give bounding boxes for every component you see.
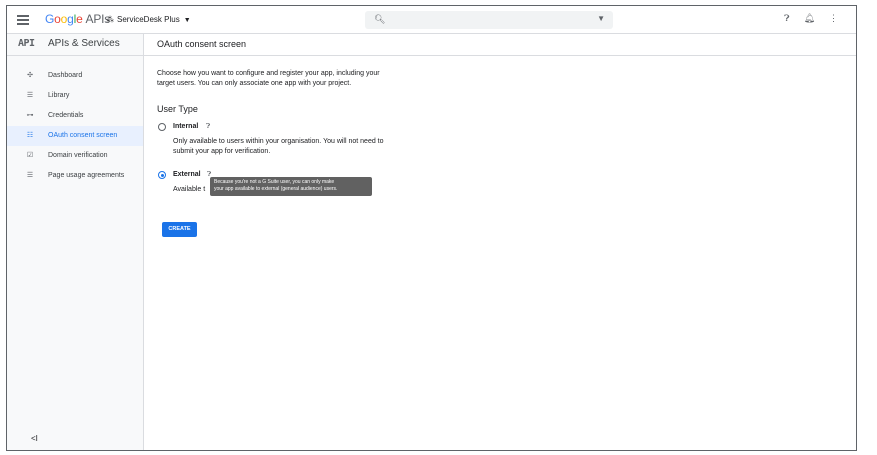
sidebar-title: APIs & Services bbox=[48, 38, 120, 49]
library-icon: ☰ bbox=[26, 92, 34, 99]
main-content: OAuth consent screen Choose how you want… bbox=[144, 34, 856, 450]
intro-line: Choose how you want to configure and reg… bbox=[157, 70, 380, 77]
google-logo-text: Google bbox=[45, 12, 83, 26]
project-selector[interactable]: ⁂ ServiceDesk Plus ▼ bbox=[106, 13, 191, 27]
sidebar-item-label: Credentials bbox=[48, 112, 84, 119]
project-icon: ⁂ bbox=[106, 15, 114, 24]
sidebar-item-library[interactable]: ☰ Library bbox=[7, 86, 143, 106]
help-icon[interactable]: ❓︎ bbox=[784, 13, 789, 24]
sidebar-item-credentials[interactable]: ⊶ Credentials bbox=[7, 106, 143, 126]
page-header: OAuth consent screen bbox=[144, 34, 856, 56]
create-button[interactable]: CREATE bbox=[162, 222, 197, 237]
description-line: Only available to users within your orga… bbox=[173, 138, 384, 145]
project-name: ServiceDesk Plus bbox=[117, 15, 180, 24]
external-radio[interactable] bbox=[158, 171, 166, 179]
description-line: submit your app for verification. bbox=[173, 148, 271, 155]
consent-screen-icon: ☷ bbox=[26, 132, 34, 139]
help-icon[interactable]: ❓︎ bbox=[206, 123, 210, 131]
collapse-sidebar-icon[interactable]: <I bbox=[31, 434, 38, 443]
tooltip-line: your app available to external (general … bbox=[214, 186, 338, 192]
sidebar-item-label: Library bbox=[48, 92, 70, 99]
search-input[interactable]: 🔍︎ ▼ bbox=[365, 11, 613, 29]
internal-radio[interactable] bbox=[158, 123, 166, 131]
sidebar-item-dashboard[interactable]: ✣ Dashboard bbox=[7, 66, 143, 86]
external-description: Available t bbox=[173, 186, 206, 193]
internal-description: Only available to users within your orga… bbox=[173, 137, 384, 157]
tooltip: Because you're not a G Suite user, you c… bbox=[210, 177, 372, 196]
page-title: OAuth consent screen bbox=[157, 39, 247, 49]
settings-list-icon: ☰ bbox=[26, 172, 34, 179]
sidebar-header: API APIs & Services bbox=[7, 34, 143, 56]
sidebar: API APIs & Services ✣ Dashboard ☰ Librar… bbox=[7, 34, 144, 450]
browser-frame: Google APIs ⁂ ServiceDesk Plus ▼ 🔍︎ ▼ ❓︎ 🔔︎ ⋮… bbox=[6, 5, 857, 451]
sidebar-item-label: Domain verification bbox=[48, 152, 108, 159]
sidebar-item-domain-verification[interactable]: ☑ Domain verification bbox=[7, 146, 143, 166]
search-icon: 🔍︎ bbox=[374, 14, 386, 24]
more-vert-icon[interactable]: ⋮ bbox=[829, 13, 838, 24]
checkbox-icon: ☑ bbox=[26, 152, 34, 159]
sidebar-item-page-usage-agreements[interactable]: ☰ Page usage agreements bbox=[7, 166, 143, 186]
menu-icon[interactable] bbox=[17, 15, 29, 25]
chevron-down-icon[interactable]: ▼ bbox=[597, 14, 605, 23]
sidebar-item-label: OAuth consent screen bbox=[48, 132, 118, 139]
intro-text: Choose how you want to configure and reg… bbox=[157, 69, 407, 89]
top-actions: ❓︎ 🔔︎ ⋮ bbox=[770, 13, 838, 24]
sidebar-item-oauth-consent-screen[interactable]: ☷ OAuth consent screen bbox=[7, 126, 143, 146]
notifications-icon[interactable]: 🔔︎ bbox=[804, 13, 815, 24]
api-icon: API bbox=[18, 38, 35, 49]
internal-label[interactable]: Internal bbox=[173, 123, 198, 130]
google-apis-logo[interactable]: Google APIs bbox=[45, 12, 110, 27]
chevron-down-icon: ▼ bbox=[183, 17, 191, 24]
dashboard-icon: ✣ bbox=[27, 72, 33, 79]
key-icon: ⊶ bbox=[26, 112, 34, 119]
user-type-heading: User Type bbox=[157, 104, 198, 114]
intro-line: target users. You can only associate one… bbox=[157, 80, 352, 87]
tooltip-line: Because you're not a G Suite user, you c… bbox=[214, 179, 335, 185]
top-app-bar: Google APIs ⁂ ServiceDesk Plus ▼ 🔍︎ ▼ ❓︎ 🔔︎ ⋮ bbox=[7, 6, 856, 34]
sidebar-item-label: Page usage agreements bbox=[48, 172, 125, 179]
sidebar-item-label: Dashboard bbox=[48, 72, 83, 79]
external-label[interactable]: External bbox=[173, 171, 201, 178]
sidebar-nav: ✣ Dashboard ☰ Library ⊶ Credentials ☷ OA… bbox=[7, 66, 143, 186]
